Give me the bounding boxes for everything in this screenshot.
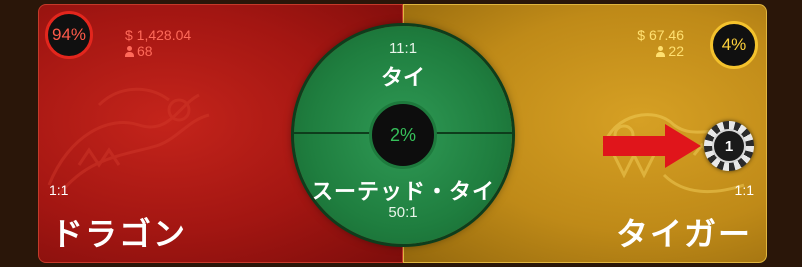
dragon-players: 68 — [137, 43, 153, 59]
dragon-label: ドラゴン — [51, 215, 188, 253]
betting-board: 94% $ 1,428.04 68 1:1 ドラゴン 4% $ 67.46 22… — [0, 0, 802, 267]
tiger-percent: 4% — [721, 35, 747, 54]
tiger-stats: $ 67.46 22 — [637, 27, 684, 59]
arrow-icon — [603, 124, 701, 168]
tiger-amount: $ 67.46 — [637, 27, 684, 43]
dragon-percent: 94% — [51, 25, 87, 44]
chip-icon[interactable]: 1 — [704, 121, 754, 171]
tiger-players: 22 — [668, 43, 684, 59]
tiger-percent-badge: 4% — [710, 21, 758, 69]
dragon-stats: $ 1,428.04 68 — [125, 27, 191, 59]
tie-percent: 2% — [389, 124, 416, 145]
tiger-label: タイガー — [615, 215, 752, 253]
tie-bet-circle: 11:1 タイ 2% スーテッド・タイ 50:1 — [294, 26, 512, 244]
tie-percent-badge: 2% — [369, 101, 437, 169]
person-icon — [125, 45, 134, 57]
dragon-odds: 1:1 — [49, 182, 69, 198]
dragon-percent-badge: 94% — [45, 11, 93, 59]
person-icon — [656, 45, 666, 57]
suited-tie-label: スーテッド・タイ — [310, 179, 495, 205]
chip-value: 1 — [712, 129, 746, 163]
dragon-amount: $ 1,428.04 — [125, 27, 192, 43]
suited-tie-odds: 50:1 — [388, 204, 418, 221]
tiger-odds: 1:1 — [734, 182, 754, 198]
tie-odds: 11:1 — [388, 40, 418, 57]
tie-label: タイ — [380, 65, 425, 91]
